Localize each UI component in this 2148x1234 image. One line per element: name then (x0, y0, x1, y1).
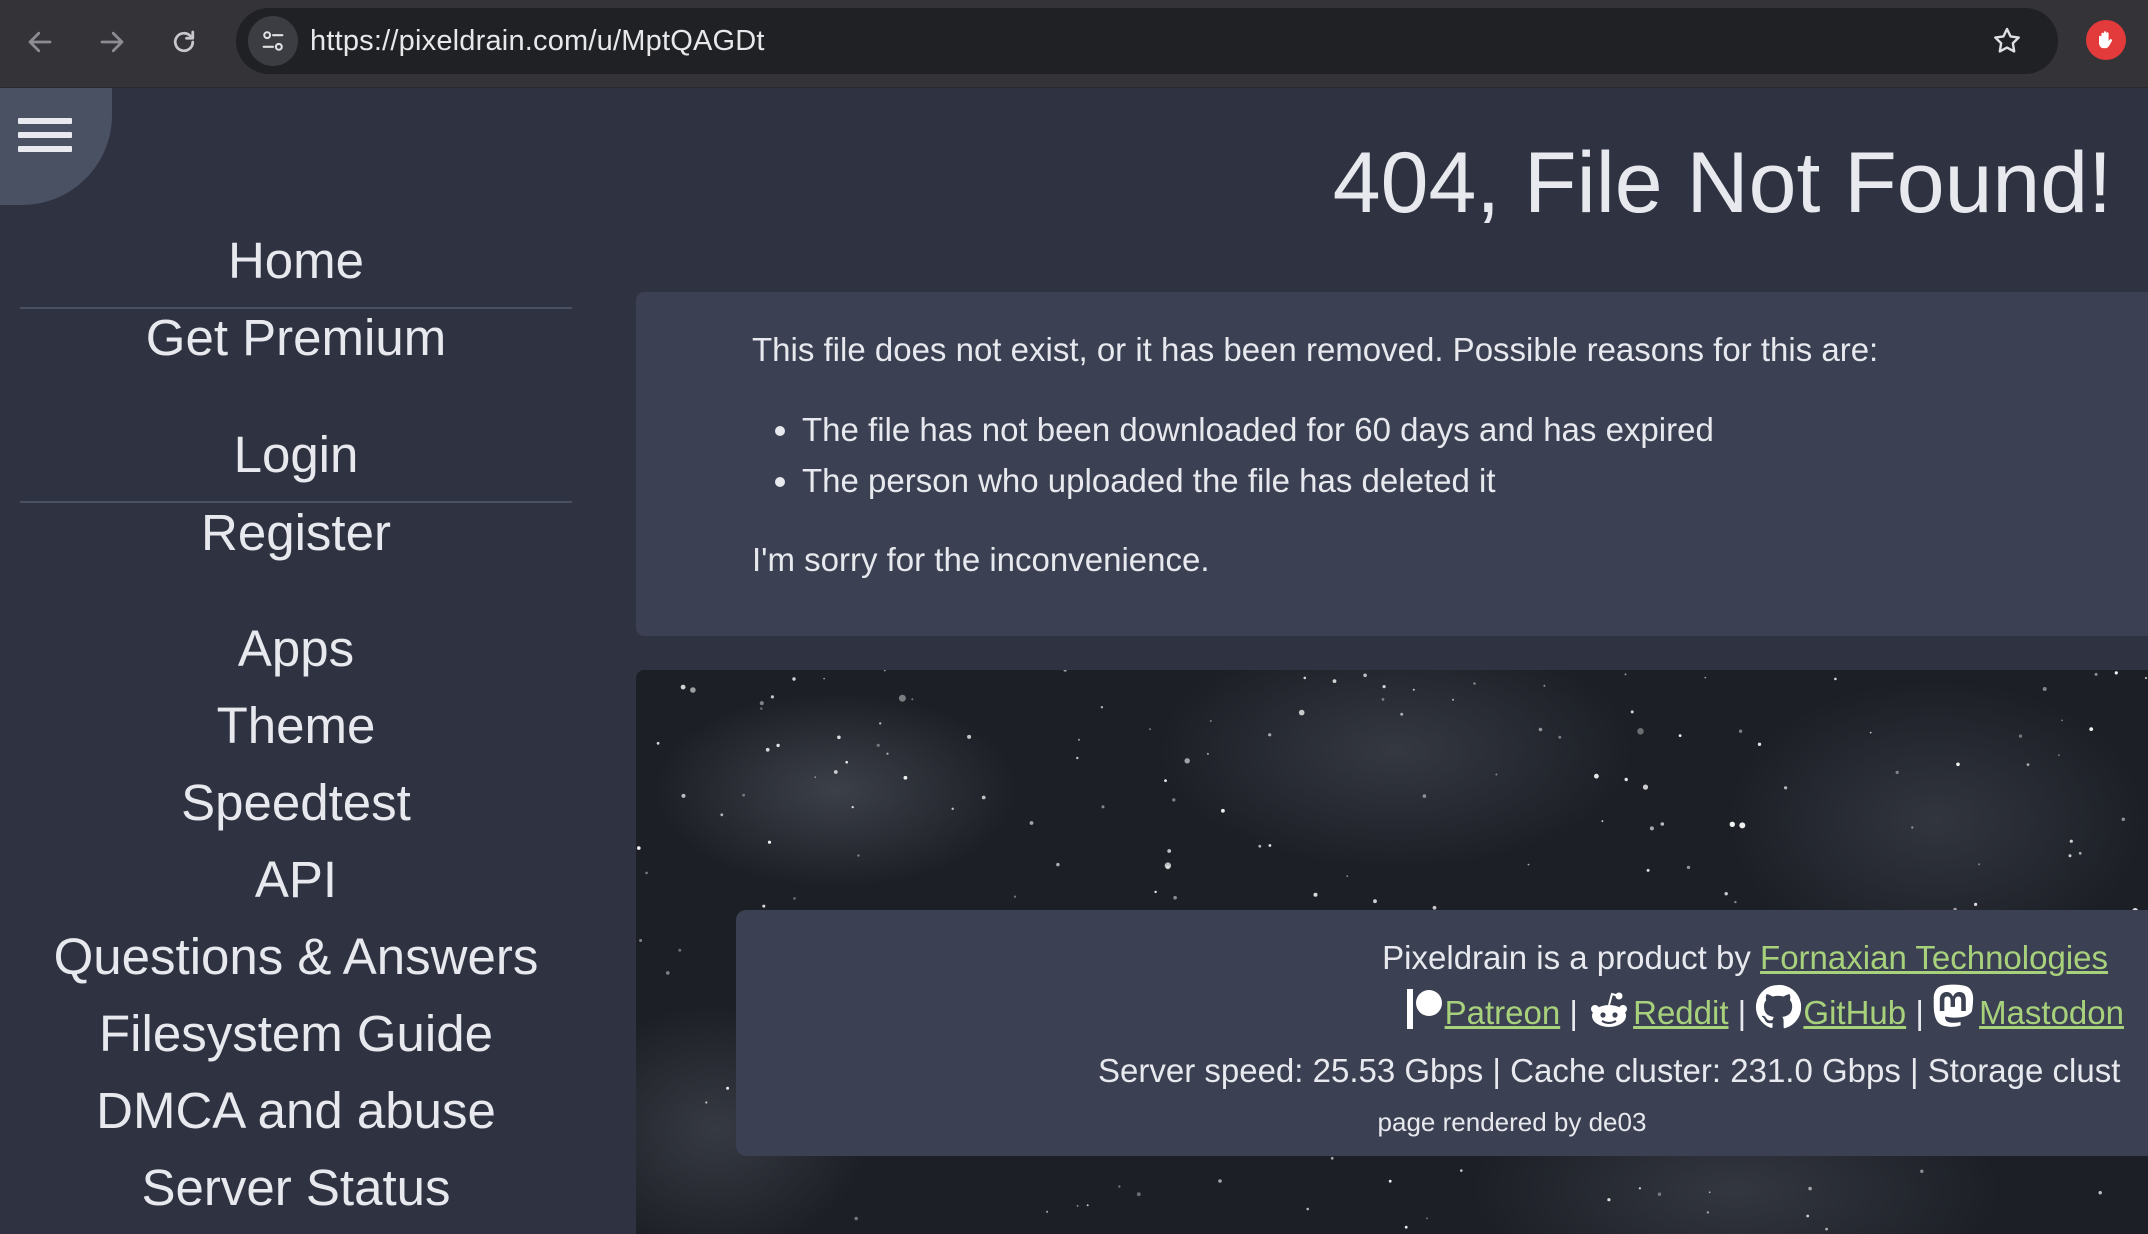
hamburger-icon (18, 118, 72, 160)
github-icon (1755, 984, 1802, 1045)
footer: Pixeldrain is a product by Fornaxian Tec… (736, 910, 2148, 1156)
nav-get-premium[interactable]: Get Premium (20, 299, 572, 376)
site-settings-icon[interactable] (248, 16, 298, 66)
list-item: The person who uploaded the file has del… (802, 455, 2148, 506)
forward-arrow-icon[interactable] (88, 18, 136, 66)
github-link[interactable]: GitHub (1803, 994, 1906, 1031)
reddit-link[interactable]: Reddit (1633, 994, 1728, 1031)
footer-product-prefix: Pixeldrain is a product by (1382, 939, 1751, 976)
error-card: This file does not exist, or it has been… (636, 292, 2148, 636)
bookmark-star-icon[interactable] (1982, 16, 2032, 66)
sidebar-divider (20, 501, 572, 503)
main-content: 404, File Not Found! This file does not … (636, 88, 2148, 1234)
apology-text: I'm sorry for the inconvenience. (752, 541, 1210, 578)
extension-stop-hand-icon[interactable] (2086, 20, 2126, 60)
url-text[interactable]: https://pixeldrain.com/u/MptQAGDt (310, 8, 765, 74)
nav-group-info: Apps Theme Speedtest API Questions & Ans… (20, 610, 572, 1226)
nav-speedtest[interactable]: Speedtest (20, 764, 572, 841)
patreon-icon (1405, 986, 1443, 1045)
reload-icon[interactable] (160, 18, 208, 66)
address-bar[interactable]: https://pixeldrain.com/u/MptQAGDt (236, 8, 2058, 74)
page: Home Get Premium Login Register Apps The… (0, 88, 2148, 1234)
footer-stats: Server speed: 25.53 Gbps | Cache cluster… (1098, 1052, 2121, 1089)
footer-social-line: Patreon | Reddit | GitHub | Mastodon (736, 984, 2148, 1045)
separator: | (1737, 994, 1747, 1031)
nav-login[interactable]: Login (20, 416, 572, 494)
footer-rendered-by: page rendered by de03 (1377, 1107, 1647, 1137)
sidebar-divider (20, 307, 572, 309)
page-title: 404, File Not Found! (1332, 135, 2112, 231)
list-item: The file has not been downloaded for 60 … (802, 404, 2148, 455)
nav-register[interactable]: Register (20, 494, 572, 572)
mastodon-icon (1933, 984, 1977, 1045)
nav-apps[interactable]: Apps (20, 610, 572, 687)
patreon-link[interactable]: Patreon (1445, 994, 1561, 1031)
nav-server-status[interactable]: Server Status (20, 1149, 572, 1226)
reasons-list: The file has not been downloaded for 60 … (802, 404, 2148, 506)
nav-group-account: Login Register (20, 416, 572, 572)
nav-api[interactable]: API (20, 841, 572, 918)
nav-group-main: Home Get Premium (20, 222, 572, 376)
mastodon-link[interactable]: Mastodon (1979, 994, 2124, 1031)
nav-theme[interactable]: Theme (20, 687, 572, 764)
nav-questions-answers[interactable]: Questions & Answers (20, 918, 572, 995)
separator: | (1915, 994, 1924, 1031)
browser-toolbar: https://pixeldrain.com/u/MptQAGDt (0, 0, 2148, 88)
footer-product-line: Pixeldrain is a product by Fornaxian Tec… (736, 932, 2148, 984)
company-link[interactable]: Fornaxian Technologies (1760, 939, 2108, 976)
error-intro: This file does not exist, or it has been… (752, 331, 1879, 368)
nav-filesystem-guide[interactable]: Filesystem Guide (20, 995, 572, 1072)
separator: | (1569, 994, 1578, 1031)
nav-dmca-abuse[interactable]: DMCA and abuse (20, 1072, 572, 1149)
starfield-background: Pixeldrain is a product by Fornaxian Tec… (636, 670, 2148, 1234)
sidebar: Home Get Premium Login Register Apps The… (0, 88, 620, 1234)
reddit-icon (1587, 990, 1631, 1045)
menu-toggle-button[interactable] (0, 88, 112, 205)
back-arrow-icon[interactable] (16, 18, 64, 66)
nav-home[interactable]: Home (20, 222, 572, 299)
